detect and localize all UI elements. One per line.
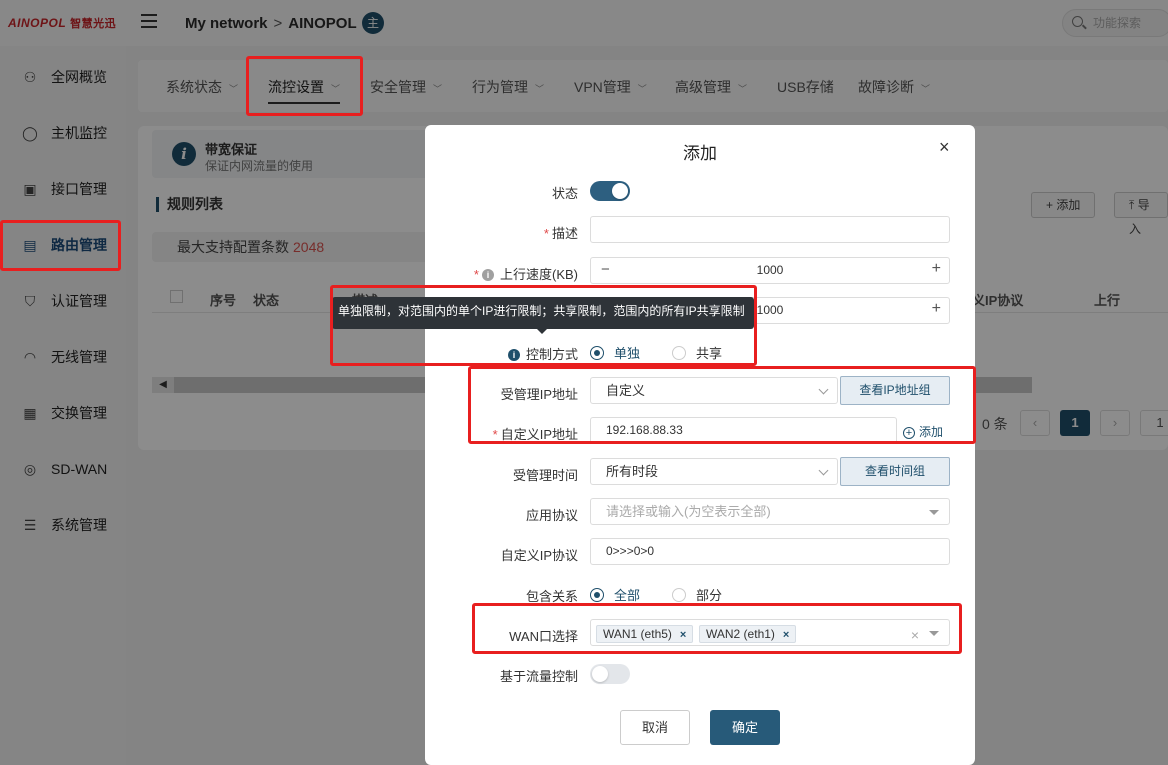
managed-time-select[interactable]: 所有时段 [590,458,838,485]
status-label: 状态 [551,186,578,201]
desc-label: * 描述 [543,226,578,241]
upstream-label: * i 上行速度(KB) [473,267,578,282]
flow-control-toggle[interactable] [590,664,630,684]
include-partial-radio[interactable]: 部分 [672,585,722,604]
desc-input[interactable] [590,216,950,243]
dropdown-icon [929,510,939,515]
app-protocol-select[interactable]: 请选择或输入(为空表示全部) [590,498,950,525]
highlight-control-mode [330,285,757,366]
flow-control-label: 基于流量控制 [499,669,578,684]
highlight-wan [472,603,962,654]
cancel-button[interactable]: 取消 [620,710,690,745]
plus-icon[interactable]: + [932,300,941,318]
highlight-ip-address [468,366,976,444]
custom-ip-protocol-label: 自定义IP协议 [500,548,578,563]
managed-time-label: 受管理时间 [512,468,578,483]
plus-icon[interactable]: + [932,260,941,278]
highlight-tab [246,56,363,116]
help-icon: i [481,269,494,281]
confirm-button[interactable]: 确定 [710,710,780,745]
custom-ip-protocol-input[interactable]: 0>>>0>0 [590,538,950,565]
chevron-down-icon [818,465,829,476]
close-icon[interactable]: × [939,137,950,158]
highlight-sidebar [0,220,121,271]
include-all-radio[interactable]: 全部 [590,585,640,604]
view-time-group-button[interactable]: 查看时间组 [840,457,950,486]
dialog-title: 添加 [683,144,717,163]
status-toggle[interactable] [590,181,630,201]
upstream-stepper[interactable]: − 1000 + [590,257,950,284]
add-rule-dialog: 添加 × 状态 * 描述 * i 上行速度(KB) − 1000 + 1000 + i… [425,125,975,765]
app-protocol-label: 应用协议 [525,508,578,523]
